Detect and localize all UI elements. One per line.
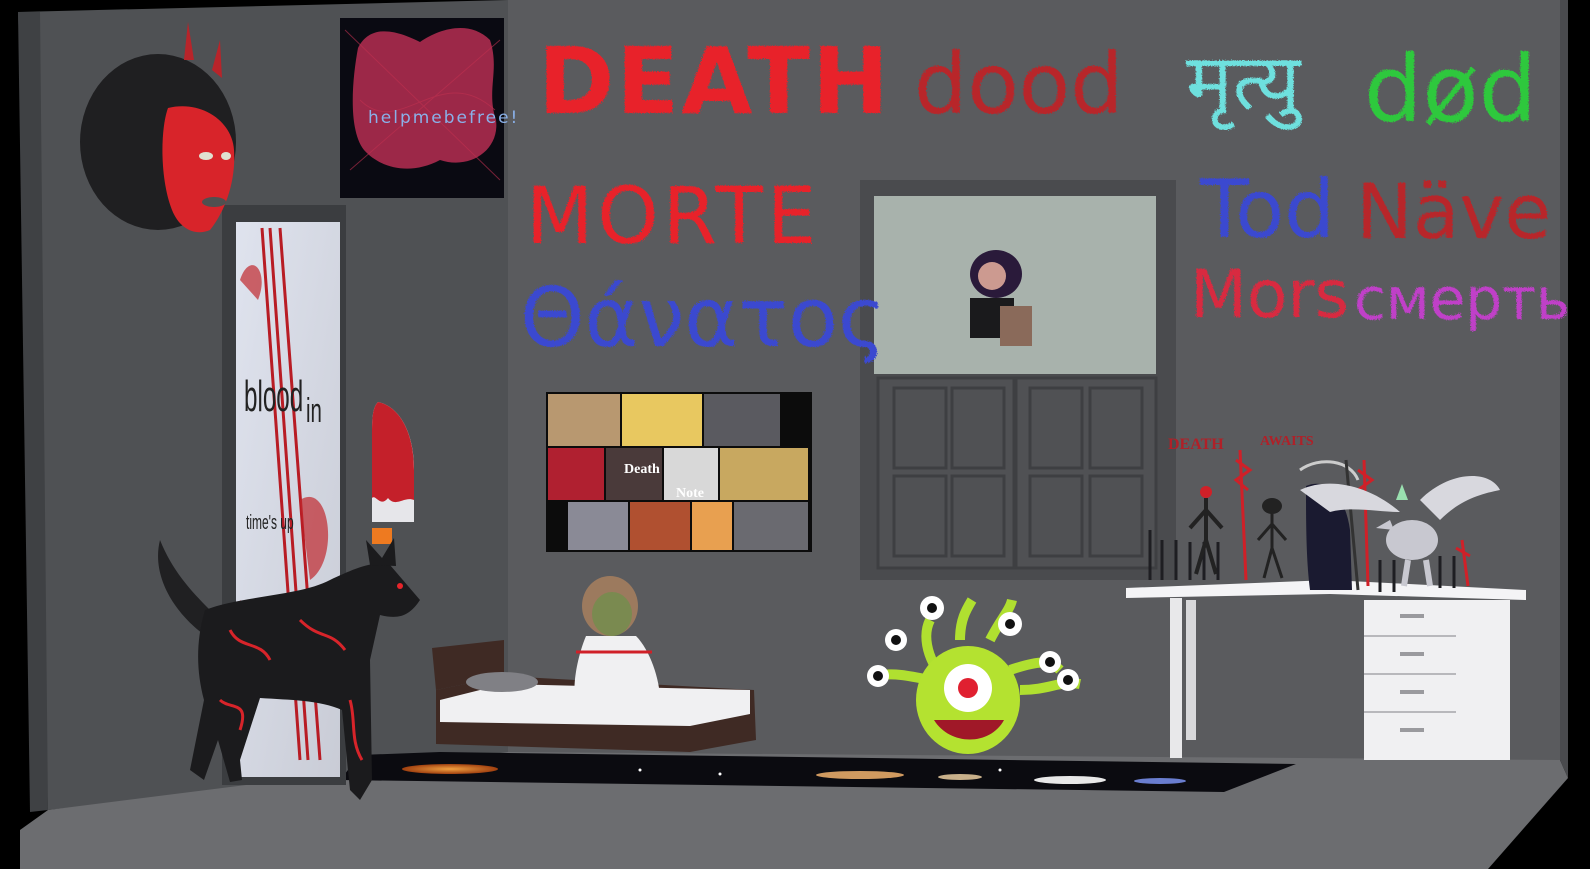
rug-planet-2 xyxy=(816,771,904,779)
rug-star xyxy=(638,768,642,772)
wall-word-morte: MORTE xyxy=(526,172,821,262)
rug-star xyxy=(718,772,722,776)
knife-handle xyxy=(372,528,392,544)
rug-star xyxy=(998,768,1002,772)
wall-word-mors: Mors xyxy=(1190,256,1349,333)
head-lips xyxy=(202,197,226,207)
bed-pillow xyxy=(466,672,538,692)
poster-blob xyxy=(352,27,497,169)
wall-word-thanatos: Θάνατος xyxy=(520,271,887,366)
closet-doors xyxy=(876,376,1158,570)
door-poster-timesup: time's up xyxy=(246,512,294,534)
desk-leg xyxy=(1186,600,1196,740)
head-eye xyxy=(221,152,231,160)
desk-drawers xyxy=(1364,600,1510,760)
right-wall-edge xyxy=(1560,0,1568,778)
wall-word-mrityu: मृत्यु xyxy=(1186,38,1301,128)
death-note-subtitle: Note xyxy=(676,486,704,501)
desk-leg xyxy=(1170,598,1182,758)
door-poster-blood: blood xyxy=(244,372,304,421)
wall-word-dod: død xyxy=(1364,36,1538,143)
rug-planet-3 xyxy=(1034,776,1106,784)
death-note-characters xyxy=(548,394,808,550)
wall-word-smert: смерть xyxy=(1354,265,1571,333)
wall-word-dood: dood xyxy=(914,35,1124,133)
rug-planet-5 xyxy=(938,774,982,780)
wall-word-tod: Tod xyxy=(1200,163,1335,256)
helpmebefree-text: helpmebefree! xyxy=(368,108,520,128)
rug-planet-1 xyxy=(402,764,498,774)
wall-word-death: DEATH xyxy=(538,28,892,135)
desk-sign-awaits: AWAITS xyxy=(1260,434,1314,449)
desk-sign-death: DEATH xyxy=(1168,436,1224,453)
head-eye xyxy=(199,152,213,160)
door-poster-in: in xyxy=(306,392,322,430)
wall-word-nave: Näve xyxy=(1356,167,1552,256)
rug-planet-4 xyxy=(1134,778,1186,784)
death-note-title: Death xyxy=(624,462,660,477)
